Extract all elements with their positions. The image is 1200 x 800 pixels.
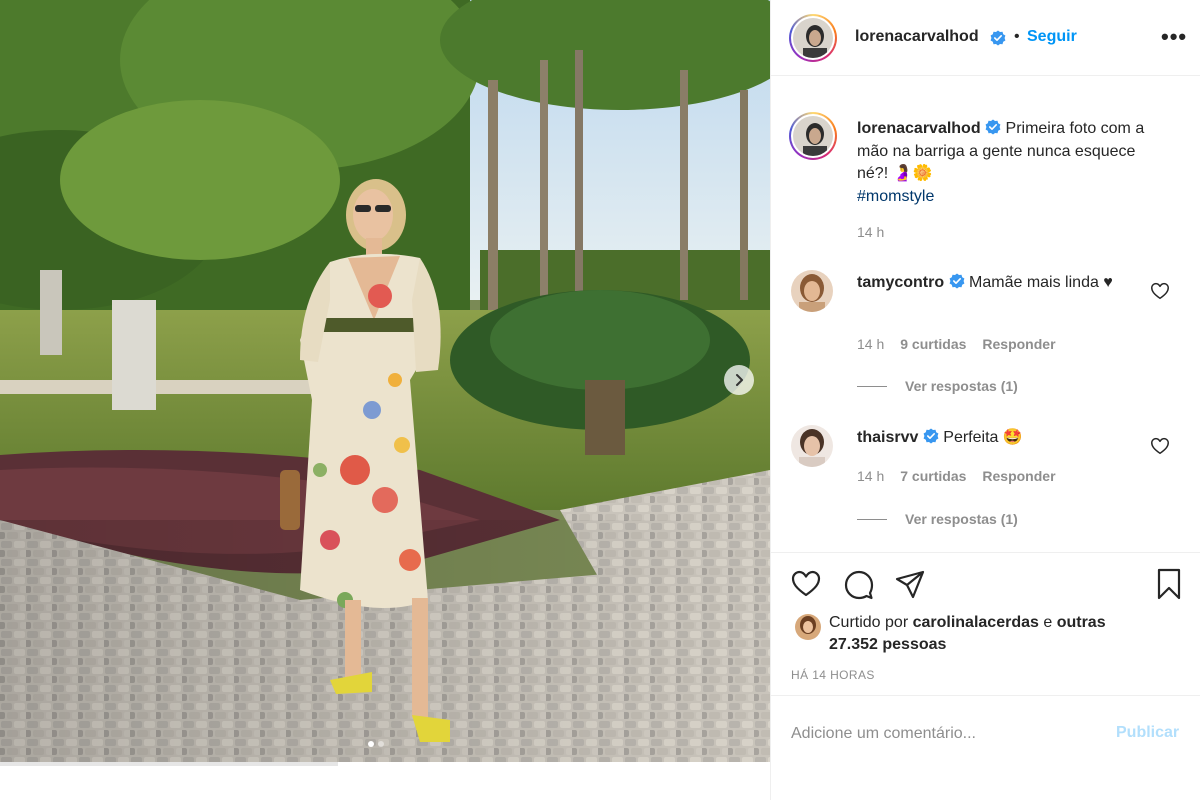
- comment-text-block: thaisrvv Perfeita 🤩: [857, 427, 1157, 449]
- post-photo[interactable]: [0, 0, 770, 762]
- like-comment-heart-icon[interactable]: [1149, 435, 1171, 457]
- comment-bubble-icon[interactable]: [842, 567, 876, 601]
- more-options-icon[interactable]: •••: [1161, 24, 1187, 50]
- view-replies-label: Ver respostas (1): [905, 378, 1018, 394]
- post-side-panel: lorenacarvalhod • Seguir ••• lorenacarva…: [770, 0, 1200, 800]
- view-replies-label: Ver respostas (1): [905, 511, 1018, 527]
- view-replies-button[interactable]: Ver respostas (1): [857, 511, 1018, 527]
- caption-username[interactable]: lorenacarvalhod: [857, 120, 981, 137]
- caption-time[interactable]: 14 h: [857, 224, 884, 240]
- bottom-strip: [0, 762, 770, 800]
- header-username[interactable]: lorenacarvalhod: [855, 28, 979, 46]
- comment-body: Perfeita 🤩: [943, 429, 1023, 446]
- like-heart-icon[interactable]: [789, 567, 823, 601]
- comment-meta: 14 h 7 curtidas Responder: [857, 468, 1056, 484]
- bookmark-icon[interactable]: [1152, 567, 1186, 601]
- verified-badge-icon: [985, 119, 1001, 135]
- add-comment-bar: Publicar: [771, 695, 1200, 771]
- caption-text-block: lorenacarvalhod Primeira foto com a mão …: [857, 118, 1167, 208]
- caption-avatar[interactable]: [789, 112, 837, 160]
- avatar[interactable]: [791, 270, 833, 312]
- comment-likes[interactable]: 9 curtidas: [900, 336, 966, 352]
- hashtag-link[interactable]: #momstyle: [857, 186, 1167, 209]
- comment-likes[interactable]: 7 curtidas: [900, 468, 966, 484]
- share-direct-icon[interactable]: [893, 567, 927, 601]
- liked-by-user[interactable]: carolinalacerdas: [913, 614, 1039, 631]
- post-actions: Curtido por carolinalacerdas e outras 27…: [771, 552, 1200, 695]
- publish-button[interactable]: Publicar: [1116, 724, 1179, 742]
- avatar: [793, 18, 833, 58]
- post-header: lorenacarvalhod • Seguir •••: [771, 0, 1200, 76]
- header-separator: •: [1014, 28, 1020, 45]
- replies-divider: [857, 385, 887, 387]
- likes-middle: e: [1038, 614, 1057, 631]
- carousel-dot: [378, 741, 384, 747]
- verified-badge-icon: [923, 428, 939, 444]
- chevron-right-icon: [736, 374, 743, 386]
- comment-time[interactable]: 14 h: [857, 468, 884, 484]
- bottom-bar: [0, 762, 338, 766]
- comment-text-block: tamycontro Mamãe mais linda ♥: [857, 272, 1157, 294]
- reply-button[interactable]: Responder: [982, 468, 1055, 484]
- avatar: [793, 116, 833, 156]
- comment-input[interactable]: [791, 720, 1091, 748]
- avatar[interactable]: [791, 425, 833, 467]
- replies-divider: [857, 518, 887, 520]
- likes-summary: Curtido por carolinalacerdas e outras 27…: [829, 612, 1129, 656]
- comment-time[interactable]: 14 h: [857, 336, 884, 352]
- follow-button[interactable]: Seguir: [1027, 28, 1077, 46]
- photo-illustration: [0, 0, 770, 762]
- view-replies-button[interactable]: Ver respostas (1): [857, 378, 1018, 394]
- verified-badge-icon: [990, 30, 1006, 46]
- verified-badge-icon: [949, 273, 964, 289]
- comment-username[interactable]: tamycontro: [857, 274, 944, 291]
- header-avatar[interactable]: [789, 14, 837, 62]
- comment-meta: 14 h 9 curtidas Responder: [857, 336, 1056, 352]
- next-photo-button[interactable]: [724, 365, 754, 395]
- carousel-indicator: [368, 741, 384, 747]
- post-timestamp[interactable]: HÁ 14 HORAS: [791, 668, 875, 682]
- reply-button[interactable]: Responder: [982, 336, 1055, 352]
- avatar[interactable]: [795, 614, 821, 640]
- comment-body: Mamãe mais linda ♥: [969, 274, 1113, 291]
- like-comment-heart-icon[interactable]: [1149, 280, 1171, 302]
- likes-prefix: Curtido por: [829, 614, 913, 631]
- comment-username[interactable]: thaisrvv: [857, 429, 918, 446]
- carousel-dot-active: [368, 741, 374, 747]
